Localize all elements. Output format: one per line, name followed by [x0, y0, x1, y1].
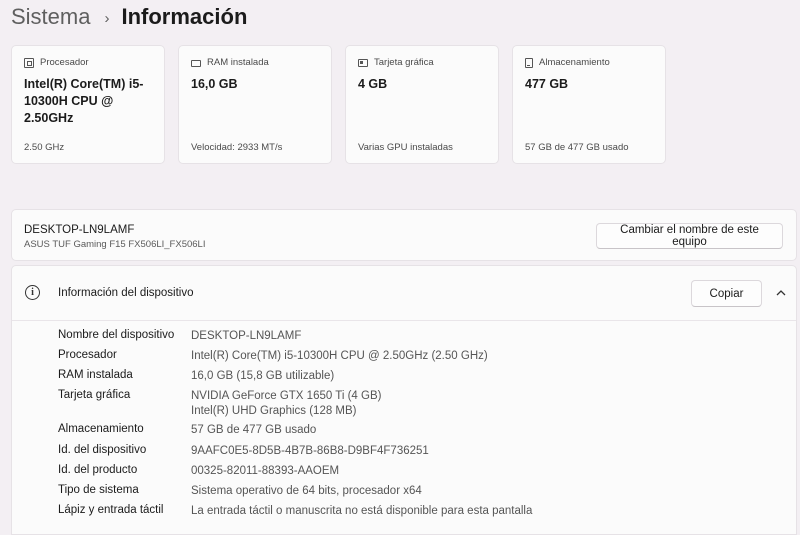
spec-label: Procesador [58, 349, 117, 361]
spec-label: Nombre del dispositivo [58, 329, 175, 341]
ram-card: RAM instalada 16,0 GB Velocidad: 2933 MT… [178, 45, 332, 164]
device-info-panel: i Información del dispositivo Copiar Nom… [11, 265, 797, 535]
device-info-header[interactable]: i Información del dispositivo Copiar [12, 266, 796, 321]
device-name-row: DESKTOP-LN9LAMF ASUS TUF Gaming F15 FX50… [11, 209, 797, 261]
spec-value: 57 GB de 477 GB usado [191, 424, 317, 436]
rename-pc-button[interactable]: Cambiar el nombre de este equipo [596, 223, 783, 249]
card-sub: Varias GPU instaladas [358, 142, 453, 153]
card-sub: Velocidad: 2933 MT/s [191, 142, 283, 153]
card-label: RAM instalada [207, 57, 269, 68]
graphics-card-icon [358, 58, 368, 67]
storage-icon [525, 57, 533, 68]
breadcrumb-separator: › [104, 9, 110, 27]
processor-icon [24, 57, 34, 68]
card-value: Intel(R) Core(TM) i5-10300H CPU @ 2.50GH… [24, 77, 144, 125]
spec-value: Intel(R) Core(TM) i5-10300H CPU @ 2.50GH… [191, 350, 488, 362]
spec-value: Sistema operativo de 64 bits, procesador… [191, 485, 422, 497]
card-sub: 2.50 GHz [24, 142, 65, 153]
card-label: Almacenamiento [539, 57, 610, 68]
device-model: ASUS TUF Gaming F15 FX506LI_FX506LI [24, 239, 206, 250]
breadcrumb: Sistema › Información [11, 2, 247, 32]
spec-label: Id. del dispositivo [58, 444, 147, 456]
card-value: 16,0 GB [191, 77, 238, 91]
card-label: Procesador [40, 57, 89, 68]
info-icon: i [25, 285, 40, 300]
spec-label: Lápiz y entrada táctil [58, 504, 164, 516]
card-sub: 57 GB de 477 GB usado [525, 142, 629, 153]
card-value: 477 GB [525, 77, 569, 91]
breadcrumb-parent[interactable]: Sistema [11, 4, 90, 30]
graphics-card-card: Tarjeta gráfica 4 GB Varias GPU instalad… [345, 45, 499, 164]
device-name: DESKTOP-LN9LAMF [24, 224, 135, 236]
spec-label: Id. del producto [58, 464, 138, 476]
spec-value: 16,0 GB (15,8 GB utilizable) [191, 370, 335, 382]
spec-value: La entrada táctil o manuscrita no está d… [191, 505, 533, 517]
spec-value: NVIDIA GeForce GTX 1650 Ti (4 GB) Intel(… [191, 390, 382, 417]
page-title: Información [121, 4, 248, 29]
spec-value: 9AAFC0E5-8D5B-4B7B-86B8-D9BF4F736251 [191, 445, 429, 457]
spec-value: 00325-82011-88393-AAOEM [191, 465, 340, 477]
spec-label: RAM instalada [58, 369, 133, 381]
card-label: Tarjeta gráfica [374, 57, 434, 68]
storage-card: Almacenamiento 477 GB 57 GB de 477 GB us… [512, 45, 666, 164]
spec-label: Tipo de sistema [58, 484, 139, 496]
card-value: 4 GB [358, 77, 388, 91]
spec-value: DESKTOP-LN9LAMF [191, 330, 302, 342]
ram-icon [191, 60, 201, 67]
device-info-title: Información del dispositivo [58, 287, 194, 299]
chevron-up-icon[interactable] [771, 283, 791, 303]
spec-label: Almacenamiento [58, 423, 144, 435]
processor-card: Procesador Intel(R) Core(TM) i5-10300H C… [11, 45, 165, 164]
copy-button[interactable]: Copiar [691, 280, 762, 307]
spec-label: Tarjeta gráfica [58, 389, 131, 401]
